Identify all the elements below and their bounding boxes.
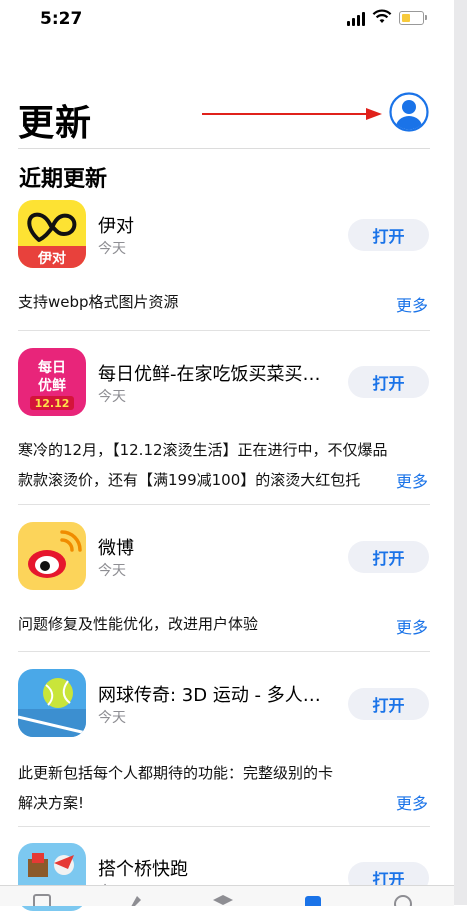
- tab-bar: [0, 885, 454, 906]
- header-divider: [18, 148, 430, 149]
- app-name: 搭个桥快跑: [98, 859, 188, 880]
- app-name: 网球传奇: 3D 运动 - 多人…: [98, 685, 321, 706]
- open-button[interactable]: 打开: [348, 688, 429, 720]
- svg-text:伊对: 伊对: [37, 250, 66, 267]
- scroll-track: [454, 0, 467, 905]
- app-name: 每日优鲜-在家吃饭买菜买…: [98, 364, 321, 385]
- games-tab-icon[interactable]: [123, 892, 145, 906]
- today-tab-icon[interactable]: [31, 892, 53, 906]
- update-description: 支持webp格式图片资源: [18, 293, 179, 311]
- cellular-signal-icon: [347, 12, 365, 26]
- row-divider: [18, 651, 430, 652]
- tennis-app-icon[interactable]: [18, 669, 86, 737]
- yidui-app-icon[interactable]: 伊对: [18, 200, 86, 268]
- svg-text:每日: 每日: [38, 359, 66, 376]
- search-tab-icon[interactable]: [392, 892, 414, 906]
- more-link[interactable]: 更多: [396, 790, 428, 814]
- row-divider: [18, 330, 430, 331]
- update-description: 此更新包括每个人都期待的功能：完整级别的卡 解决方案!: [18, 764, 334, 812]
- app-date: 今天: [98, 710, 126, 726]
- page-title: 更新: [18, 103, 93, 144]
- row-divider: [18, 504, 430, 505]
- more-link[interactable]: 更多: [396, 468, 428, 492]
- status-time: 5:27: [40, 9, 83, 29]
- wifi-icon: [372, 9, 392, 23]
- update-description: 寒冷的12月，【12.12滚烫生活】正在进行中，不仅爆品款款滚烫价，还有【满19…: [18, 441, 388, 489]
- app-date: 今天: [98, 241, 126, 257]
- updates-tab-icon[interactable]: [302, 892, 324, 906]
- app-date: 今天: [98, 563, 126, 579]
- app-date: 今天: [98, 389, 126, 405]
- row-divider: [18, 826, 430, 827]
- svg-text:12.12: 12.12: [35, 397, 70, 410]
- update-description: 问题修复及性能优化，改进用户体验: [18, 615, 259, 633]
- weibo-app-icon[interactable]: [18, 522, 86, 590]
- section-title: 近期更新: [19, 167, 108, 192]
- meiriyouxian-app-icon[interactable]: 每日 优鲜 12.12: [18, 348, 86, 416]
- app-name: 微博: [98, 538, 134, 559]
- battery-icon: [399, 11, 427, 25]
- status-bar: 5:27: [0, 0, 454, 40]
- open-button[interactable]: 打开: [348, 219, 429, 251]
- apps-tab-icon[interactable]: [212, 892, 234, 906]
- open-button[interactable]: 打开: [348, 541, 429, 573]
- svg-text:优鲜: 优鲜: [38, 377, 66, 394]
- open-button[interactable]: 打开: [348, 366, 429, 398]
- annotation-arrow: [202, 108, 382, 120]
- account-avatar-icon[interactable]: [389, 92, 429, 132]
- more-link[interactable]: 更多: [396, 292, 428, 316]
- app-name: 伊对: [98, 216, 134, 237]
- more-link[interactable]: 更多: [396, 614, 428, 638]
